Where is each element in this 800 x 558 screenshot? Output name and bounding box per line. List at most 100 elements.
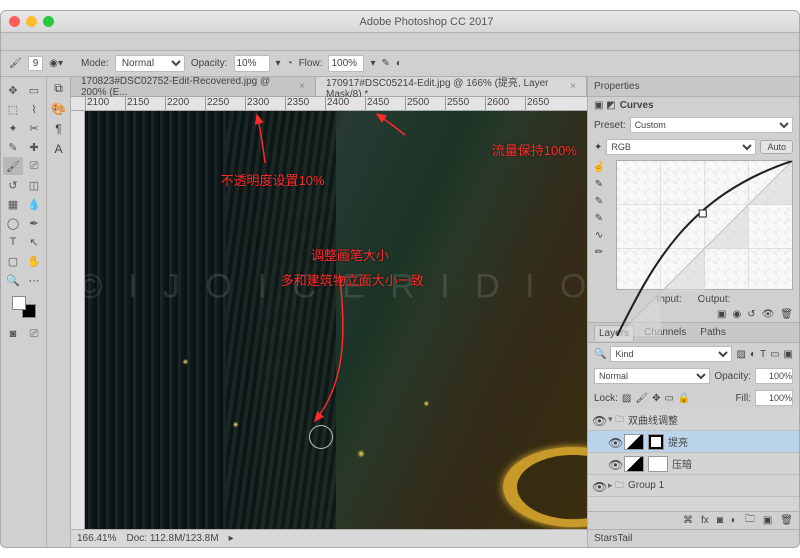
eye-icon[interactable]: 👁 bbox=[608, 436, 620, 448]
hand-tool[interactable]: ✋ bbox=[24, 252, 44, 270]
canvas[interactable]: © I J O I C E R I D I O 不透明度设置10% 流量保持10… bbox=[85, 111, 587, 529]
flow-input[interactable] bbox=[328, 55, 364, 72]
blur-tool[interactable]: 💧 bbox=[24, 195, 44, 213]
filter-type-icon[interactable]: T bbox=[760, 349, 766, 360]
edit-points-icon[interactable]: ∿ bbox=[595, 230, 603, 241]
zoom-readout[interactable]: 166.41% bbox=[77, 533, 116, 544]
mode-select[interactable]: Normal bbox=[115, 55, 185, 72]
starstail-label: StarsTail bbox=[594, 533, 632, 544]
character-icon[interactable]: A bbox=[54, 142, 62, 156]
layer-row-group[interactable]: 👁 ▾ 🗀 双曲线调整 bbox=[588, 409, 799, 431]
eraser-tool[interactable]: ◫ bbox=[24, 176, 44, 194]
curve-graph[interactable] bbox=[616, 160, 793, 290]
channel-picker-icon[interactable]: ✦ bbox=[594, 142, 602, 153]
layer-name[interactable]: Group 1 bbox=[628, 480, 664, 491]
close-icon[interactable] bbox=[9, 16, 20, 27]
color-icon[interactable]: 🎨 bbox=[51, 102, 66, 116]
tab-close-icon[interactable]: × bbox=[570, 81, 576, 92]
brush-icon[interactable]: 🖌 bbox=[9, 58, 22, 69]
history-brush-tool[interactable]: ↺ bbox=[3, 176, 23, 194]
flow-chevron-icon[interactable]: ▾ bbox=[370, 58, 375, 69]
lasso-tool[interactable]: ⌇ bbox=[24, 100, 44, 118]
dodge-tool[interactable]: ◯ bbox=[3, 214, 23, 232]
brush-tool[interactable]: 🖌 bbox=[3, 157, 23, 175]
on-image-icon[interactable]: ☝ bbox=[593, 162, 605, 173]
gradient-tool[interactable]: ▦ bbox=[3, 195, 23, 213]
pressure-size-icon[interactable]: ◐ bbox=[396, 58, 402, 69]
color-swatch[interactable] bbox=[12, 296, 36, 318]
filter-shape-icon[interactable]: ▭ bbox=[770, 349, 779, 360]
draw-curve-icon[interactable]: ✏ bbox=[595, 247, 603, 258]
pen-tool[interactable]: ✒ bbox=[24, 214, 44, 232]
folder-icon[interactable]: ▸ 🗀 bbox=[608, 478, 624, 494]
filter-kind-select[interactable]: Kind bbox=[610, 346, 732, 362]
fill-input[interactable] bbox=[755, 390, 793, 406]
screenmode-icon[interactable]: ⎚ bbox=[24, 325, 44, 343]
flow-label: Flow: bbox=[299, 58, 323, 69]
pressure-opacity-icon[interactable]: ◔ bbox=[287, 58, 293, 69]
stamp-tool[interactable]: ⎚ bbox=[24, 157, 44, 175]
filter-adj-icon[interactable]: ◐ bbox=[750, 349, 756, 360]
starstail-panel[interactable]: StarsTail bbox=[588, 529, 799, 547]
link-icon[interactable]: ⌘ bbox=[683, 515, 693, 526]
sample-gray-icon[interactable]: ✎ bbox=[595, 196, 603, 207]
zoom-tool[interactable]: 🔍 bbox=[3, 271, 23, 289]
sample-white-icon[interactable]: ✎ bbox=[595, 179, 603, 190]
filter-smart-icon[interactable]: ▣ bbox=[784, 349, 793, 360]
folder-open-icon[interactable]: ▾ 🗀 bbox=[608, 412, 624, 428]
doc-tab-0[interactable]: 170823#DSC02752-Edit-Recovered.jpg @ 200… bbox=[71, 77, 316, 96]
quickmask-icon[interactable]: ◙ bbox=[3, 325, 23, 343]
eyedropper-tool[interactable]: ✎ bbox=[3, 138, 23, 156]
filter-pixel-icon[interactable]: ▨ bbox=[736, 349, 745, 360]
edit-toolbar-icon[interactable]: ⋯ bbox=[24, 271, 44, 289]
new-icon[interactable]: ▣ bbox=[763, 515, 772, 526]
history-icon[interactable]: ⧉ bbox=[54, 81, 63, 96]
layer-row-group[interactable]: 👁 ▸ 🗀 Group 1 bbox=[588, 475, 799, 497]
status-chevron-icon[interactable]: ▸ bbox=[229, 533, 234, 544]
crop-tool[interactable]: ✂ bbox=[24, 119, 44, 137]
minimize-icon[interactable] bbox=[26, 16, 37, 27]
brush-picker-icon[interactable]: ◉▾ bbox=[49, 58, 63, 69]
tab-close-icon[interactable]: × bbox=[299, 81, 305, 92]
path-tool[interactable]: ↖ bbox=[24, 233, 44, 251]
lock-pos-icon[interactable]: ✥ bbox=[652, 393, 660, 404]
layer-row-adj[interactable]: 👁 压暗 bbox=[588, 453, 799, 475]
lock-trans-icon[interactable]: ▨ bbox=[622, 393, 631, 404]
wand-tool[interactable]: ✦ bbox=[3, 119, 23, 137]
zoom-icon[interactable] bbox=[43, 16, 54, 27]
sample-black-icon[interactable]: ✎ bbox=[595, 213, 603, 224]
opacity-input[interactable] bbox=[234, 55, 270, 72]
opacity-chevron-icon[interactable]: ▾ bbox=[276, 58, 281, 69]
artboard-tool[interactable]: ▭ bbox=[24, 81, 44, 99]
doc-tab-1[interactable]: 170917#DSC05214-Edit.jpg @ 166% (提亮, Lay… bbox=[316, 77, 587, 96]
preset-select[interactable]: Custom bbox=[630, 117, 793, 133]
mask-icon[interactable]: ◙ bbox=[717, 515, 723, 526]
airbrush-icon[interactable]: ✎ bbox=[382, 58, 390, 69]
lock-paint-icon[interactable]: 🖌 bbox=[635, 393, 648, 404]
layer-name[interactable]: 压暗 bbox=[672, 456, 692, 471]
eye-icon[interactable]: 👁 bbox=[592, 414, 604, 426]
layer-name[interactable]: 提亮 bbox=[668, 434, 688, 449]
group-icon[interactable]: 🗀 bbox=[745, 512, 755, 529]
filter-kind-icon[interactable]: 🔍 bbox=[594, 349, 606, 360]
auto-button[interactable]: Auto bbox=[760, 140, 793, 154]
type-tool[interactable]: T bbox=[3, 233, 23, 251]
layer-name[interactable]: 双曲线调整 bbox=[628, 412, 678, 427]
eye-icon[interactable]: 👁 bbox=[592, 480, 604, 492]
marquee-tool[interactable]: ⬚ bbox=[3, 100, 23, 118]
lock-artb-icon[interactable]: ▭ bbox=[664, 393, 673, 404]
layer-row-adj[interactable]: 👁 提亮 bbox=[588, 431, 799, 453]
eye-icon[interactable]: 👁 bbox=[608, 458, 620, 470]
channel-select[interactable]: RGB bbox=[606, 139, 756, 155]
fx-icon[interactable]: fx bbox=[701, 515, 709, 526]
brush-size[interactable]: 9 bbox=[28, 56, 44, 71]
adj-icon[interactable]: ◐ bbox=[731, 515, 737, 526]
shape-tool[interactable]: ▢ bbox=[3, 252, 23, 270]
layer-opacity-input[interactable] bbox=[755, 368, 793, 384]
lock-all-icon[interactable]: 🔒 bbox=[678, 393, 690, 404]
paragraph-icon[interactable]: ¶ bbox=[55, 122, 61, 136]
trash-icon[interactable]: 🗑 bbox=[780, 515, 793, 526]
heal-tool[interactable]: ✚ bbox=[24, 138, 44, 156]
blend-select[interactable]: Normal bbox=[594, 368, 710, 384]
move-tool[interactable]: ✥ bbox=[3, 81, 23, 99]
